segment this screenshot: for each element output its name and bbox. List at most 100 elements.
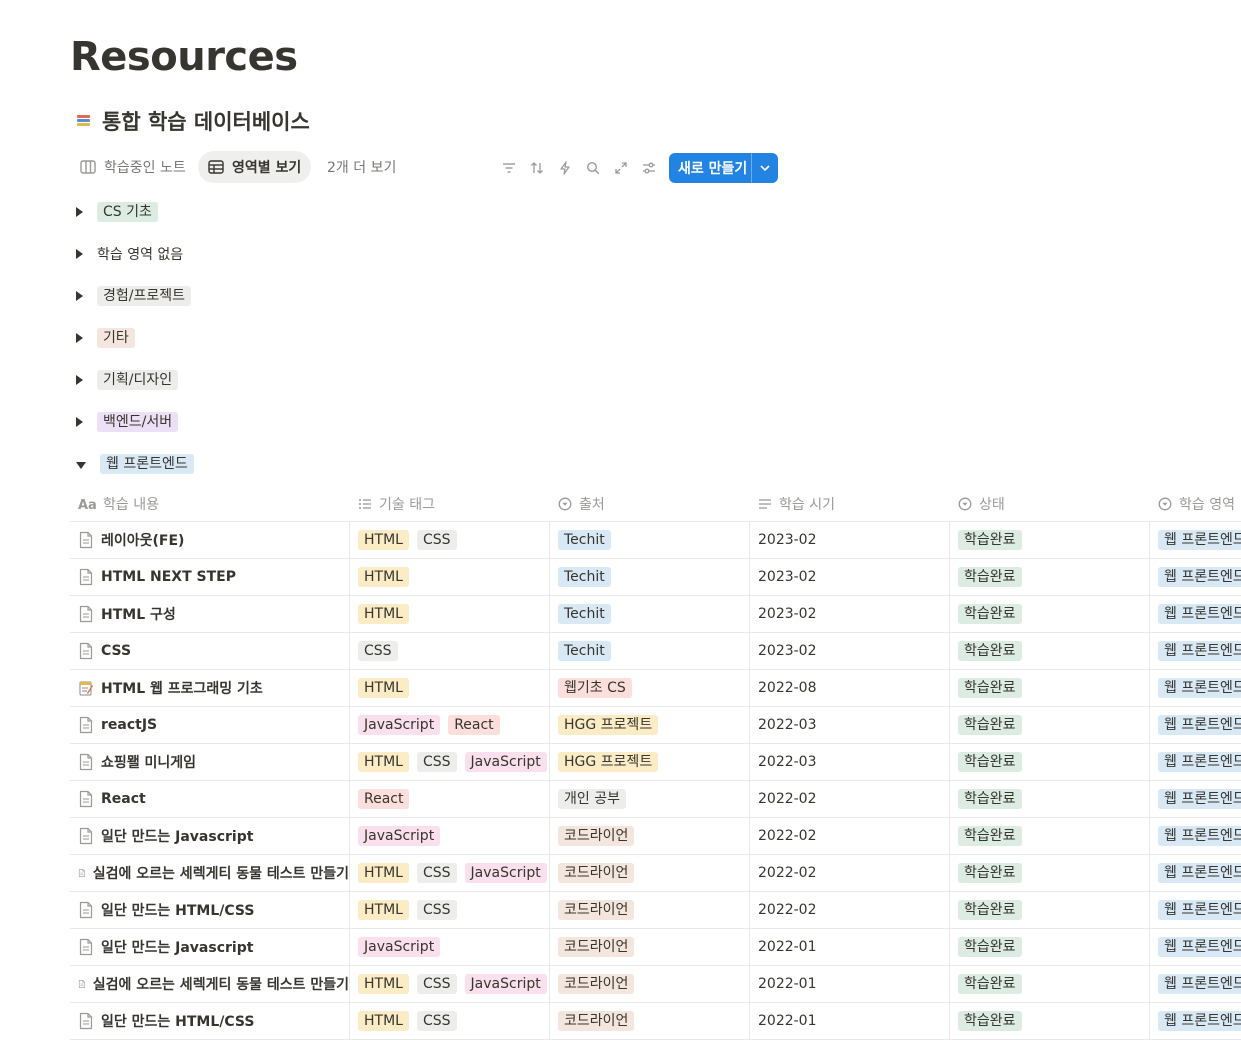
cell-title[interactable]: 일단 만드는 Javascript — [70, 929, 350, 965]
cell-title[interactable]: HTML 웹 프로그래밍 기초 — [70, 670, 350, 706]
cell-title[interactable]: 레이아웃(FE) — [70, 522, 350, 558]
row-title[interactable]: 레이아웃(FE) — [101, 530, 184, 550]
group-header[interactable]: 기타 — [76, 326, 135, 350]
cell-status[interactable]: 학습완료 — [950, 707, 1150, 743]
triangle-right-icon[interactable] — [76, 333, 83, 343]
automation-bolt-icon[interactable] — [551, 158, 579, 178]
cell-date[interactable]: 2023-02 — [750, 633, 950, 669]
triangle-right-icon[interactable] — [76, 375, 83, 385]
cell-title[interactable]: reactJS — [70, 707, 350, 743]
table-row[interactable]: HTML NEXT STEP HTML Techit 2023-02 학습완료 웹 프론트… — [70, 559, 1241, 596]
cell-tech-tags[interactable]: HTML CSS — [350, 892, 550, 928]
cell-tech-tags[interactable]: HTML CSS — [350, 522, 550, 558]
table-row[interactable]: 일단 만드는 HTML/CSS HTML CSS 코드라이언 2022-02 학습완료 웹 … — [70, 892, 1241, 929]
cell-source[interactable]: 개인 공부 — [550, 781, 750, 817]
cell-status[interactable]: 학습완료 — [950, 744, 1150, 780]
table-row[interactable]: 일단 만드는 Javascript JavaScript 코드라이언 2022-01 학… — [70, 929, 1241, 966]
cell-source[interactable]: HGG 프로젝트 — [550, 744, 750, 780]
cell-tech-tags[interactable]: JavaScript React — [350, 707, 550, 743]
cell-tech-tags[interactable]: HTML — [350, 559, 550, 595]
sort-icon[interactable] — [523, 158, 551, 178]
cell-area[interactable]: 웹 프론트엔드 — [1150, 522, 1241, 558]
cell-source[interactable]: 코드라이언 — [550, 892, 750, 928]
row-title[interactable]: reactJS — [101, 717, 157, 733]
cell-source[interactable]: Techit — [550, 633, 750, 669]
group-header[interactable]: 기획/디자인 — [76, 368, 179, 392]
cell-source[interactable]: 웹기초 CS — [550, 670, 750, 706]
cell-source[interactable]: 코드라이언 — [550, 1003, 750, 1039]
chevron-down-icon[interactable] — [752, 164, 778, 172]
row-title[interactable]: React — [101, 791, 146, 807]
cell-title[interactable]: 실검에 오르는 세렉게티 동물 테스트 만들기 — [70, 966, 350, 1002]
cell-status[interactable]: 학습완료 — [950, 1003, 1150, 1039]
cell-title[interactable]: 쇼핑뫨 미니게임 — [70, 744, 350, 780]
cell-status[interactable]: 학습완료 — [950, 596, 1150, 632]
cell-area[interactable]: 웹 프론트엔드 — [1150, 818, 1241, 854]
row-title[interactable]: 실검에 오르는 세렉게티 동물 테스트 만들기 — [93, 863, 349, 883]
cell-tech-tags[interactable]: HTML CSS JavaScript — [350, 855, 550, 891]
cell-title[interactable]: 일단 만드는 HTML/CSS — [70, 1003, 350, 1039]
cell-status[interactable]: 학습완료 — [950, 670, 1150, 706]
cell-status[interactable]: 학습완료 — [950, 559, 1150, 595]
cell-status[interactable]: 학습완료 — [950, 929, 1150, 965]
cell-tech-tags[interactable]: HTML CSS JavaScript — [350, 744, 550, 780]
table-row[interactable]: 쇼핑뫨 미니게임 HTML CSS JavaScript HGG 프로젝트 2022-03… — [70, 744, 1241, 781]
cell-source[interactable]: 코드라이언 — [550, 855, 750, 891]
cell-tech-tags[interactable]: HTML CSS JavaScript — [350, 966, 550, 1002]
row-title[interactable]: 실검에 오르는 세렉게티 동물 테스트 만들기 — [93, 974, 349, 994]
filter-icon[interactable] — [495, 158, 523, 178]
triangle-right-icon[interactable] — [76, 249, 83, 259]
group-header[interactable]: 학습 영역 없음 — [76, 242, 183, 266]
search-icon[interactable] — [579, 158, 607, 178]
cell-title[interactable]: HTML NEXT STEP — [70, 559, 350, 595]
cell-tech-tags[interactable]: HTML — [350, 670, 550, 706]
triangle-right-icon[interactable] — [76, 207, 83, 217]
expand-icon[interactable] — [607, 158, 635, 178]
cell-date[interactable]: 2022-02 — [750, 855, 950, 891]
column-header[interactable]: 학습 시기 — [750, 486, 950, 521]
cell-area[interactable]: 웹 프론트엔드 — [1150, 855, 1241, 891]
column-header[interactable]: 상태 — [950, 486, 1150, 521]
cell-title[interactable]: CSS — [70, 633, 350, 669]
row-title[interactable]: HTML 웹 프로그래밍 기초 — [101, 678, 263, 698]
cell-date[interactable]: 2022-01 — [750, 966, 950, 1002]
row-title[interactable]: 일단 만드는 Javascript — [101, 937, 253, 957]
row-title[interactable]: 일단 만드는 Javascript — [101, 826, 253, 846]
cell-source[interactable]: Techit — [550, 559, 750, 595]
more-views-button[interactable]: 2개 더 보기 — [317, 151, 406, 183]
row-title[interactable]: 일단 만드는 HTML/CSS — [101, 1011, 254, 1031]
cell-date[interactable]: 2022-01 — [750, 929, 950, 965]
new-button[interactable]: 새로 만들기 — [669, 153, 778, 183]
table-row[interactable]: HTML 구성 HTML Techit 2023-02 학습완료 웹 프론트엔드 — [70, 596, 1241, 633]
cell-date[interactable]: 2022-02 — [750, 892, 950, 928]
column-header[interactable]: 출처 — [550, 486, 750, 521]
cell-area[interactable]: 웹 프론트엔드 — [1150, 929, 1241, 965]
triangle-down-icon[interactable] — [76, 461, 86, 469]
cell-title[interactable]: 실검에 오르는 세렉게티 동물 테스트 만들기 — [70, 855, 350, 891]
table-row[interactable]: 일단 만드는 HTML/CSS HTML CSS 코드라이언 2022-01 학습완료 웹 … — [70, 1003, 1241, 1040]
cell-area[interactable]: 웹 프론트엔드 — [1150, 633, 1241, 669]
row-title[interactable]: CSS — [101, 643, 131, 659]
column-header[interactable]: 기술 태그 — [350, 486, 550, 521]
cell-source[interactable]: Techit — [550, 596, 750, 632]
table-row[interactable]: CSS CSS Techit 2023-02 학습완료 웹 프론트엔드 — [70, 633, 1241, 670]
cell-status[interactable]: 학습완료 — [950, 966, 1150, 1002]
cell-status[interactable]: 학습완료 — [950, 781, 1150, 817]
cell-title[interactable]: HTML 구성 — [70, 596, 350, 632]
cell-status[interactable]: 학습완료 — [950, 633, 1150, 669]
settings-sliders-icon[interactable] — [635, 158, 663, 178]
cell-source[interactable]: Techit — [550, 522, 750, 558]
group-header[interactable]: 백엔드/서버 — [76, 410, 179, 434]
cell-source[interactable]: 코드라이언 — [550, 966, 750, 1002]
cell-date[interactable]: 2023-02 — [750, 522, 950, 558]
table-row[interactable]: 일단 만드는 Javascript JavaScript 코드라이언 2022-02 학… — [70, 818, 1241, 855]
cell-source[interactable]: 코드라이언 — [550, 818, 750, 854]
cell-area[interactable]: 웹 프론트엔드 — [1150, 596, 1241, 632]
cell-date[interactable]: 2022-02 — [750, 781, 950, 817]
cell-tech-tags[interactable]: JavaScript — [350, 929, 550, 965]
row-title[interactable]: 쇼핑뫨 미니게임 — [101, 752, 196, 772]
cell-title[interactable]: React — [70, 781, 350, 817]
cell-area[interactable]: 웹 프론트엔드 — [1150, 1003, 1241, 1039]
cell-title[interactable]: 일단 만드는 Javascript — [70, 818, 350, 854]
cell-area[interactable]: 웹 프론트엔드 — [1150, 670, 1241, 706]
